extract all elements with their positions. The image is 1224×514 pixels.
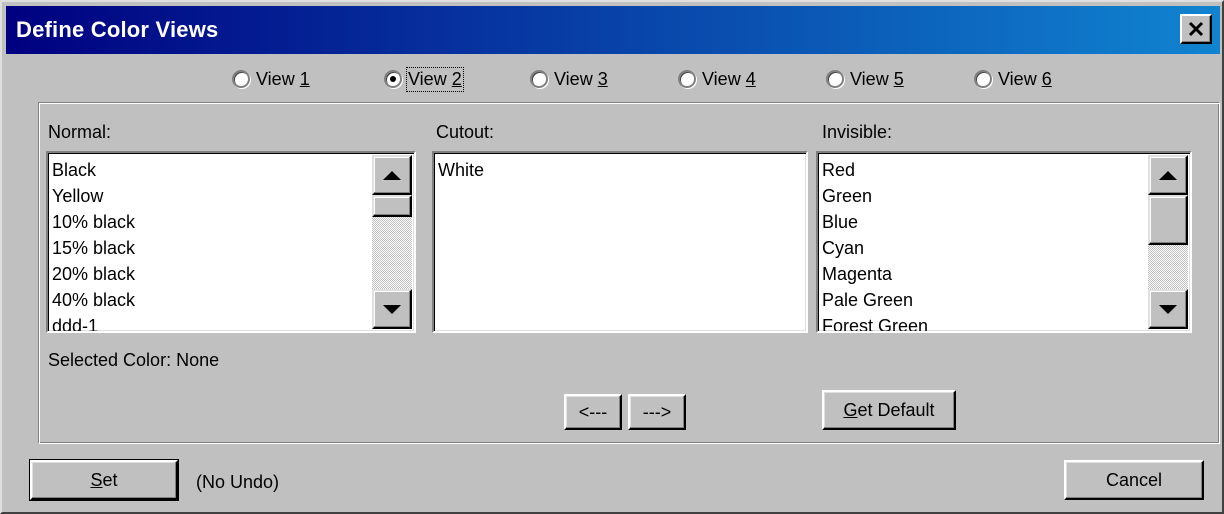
scroll-thumb[interactable] <box>372 195 412 217</box>
title-bar[interactable]: Define Color Views <box>6 6 1220 54</box>
view-5-radio[interactable]: View 5 <box>826 64 904 94</box>
list-item[interactable]: ddd-1 <box>52 313 370 331</box>
scroll-up-button[interactable] <box>372 155 412 195</box>
list-item[interactable]: Forest Green <box>822 313 1146 331</box>
get-default-label: et Default <box>857 399 935 420</box>
view-3-radio[interactable]: View 3 <box>530 64 608 94</box>
view-3-label: View 3 <box>554 68 608 89</box>
normal-scrollbar[interactable] <box>372 155 412 329</box>
scroll-up-button[interactable] <box>1148 155 1188 195</box>
normal-listbox[interactable]: Black Yellow 10% black 15% black 20% bla… <box>46 151 416 333</box>
window-title: Define Color Views <box>16 17 219 42</box>
cutout-list-items: White <box>438 157 802 183</box>
radio-indicator <box>530 70 548 88</box>
get-default-accel: G <box>843 399 858 420</box>
invisible-listbox[interactable]: Red Green Blue Cyan Magenta Pale Green F… <box>816 151 1192 333</box>
set-accel: S <box>90 469 103 490</box>
radio-indicator <box>826 70 844 88</box>
set-button[interactable]: Set <box>29 459 179 501</box>
list-item[interactable]: Magenta <box>822 261 1146 287</box>
cutout-label: Cutout: <box>436 122 495 142</box>
normal-list-items: Black Yellow 10% black 15% black 20% bla… <box>52 157 370 331</box>
cutout-listbox[interactable]: White <box>432 151 808 333</box>
list-item[interactable]: White <box>438 157 802 183</box>
view-2-radio[interactable]: View 2 <box>384 64 464 94</box>
arrow-down-icon <box>383 304 401 314</box>
arrow-up-icon <box>1159 170 1177 180</box>
list-item[interactable]: Black <box>52 157 370 183</box>
list-item[interactable]: Blue <box>822 209 1146 235</box>
radio-indicator <box>384 70 402 88</box>
scroll-thumb[interactable] <box>1148 195 1188 245</box>
cancel-button[interactable]: Cancel <box>1064 460 1204 500</box>
normal-label: Normal: <box>48 122 112 142</box>
list-item[interactable]: Pale Green <box>822 287 1146 313</box>
invisible-list-items: Red Green Blue Cyan Magenta Pale Green F… <box>822 157 1146 331</box>
set-label: et <box>102 469 118 490</box>
invisible-label: Invisible: <box>822 122 893 142</box>
selected-color-text: Selected Color: None <box>48 350 220 370</box>
view-4-radio[interactable]: View 4 <box>678 64 756 94</box>
radio-indicator <box>678 70 696 88</box>
list-item[interactable]: 10% black <box>52 209 370 235</box>
view-4-label: View 4 <box>702 68 756 89</box>
view-1-radio[interactable]: View 1 <box>232 64 310 94</box>
view-5-label: View 5 <box>850 68 904 89</box>
view-6-radio[interactable]: View 6 <box>974 64 1052 94</box>
arrow-down-icon <box>1159 304 1177 314</box>
move-right-button[interactable]: ---> <box>628 394 686 430</box>
close-icon <box>1188 21 1204 37</box>
list-item[interactable]: Cyan <box>822 235 1146 261</box>
close-button[interactable] <box>1180 14 1212 44</box>
invisible-scrollbar[interactable] <box>1148 155 1188 329</box>
list-item[interactable]: 40% black <box>52 287 370 313</box>
scroll-down-button[interactable] <box>372 289 412 329</box>
no-undo-text: (No Undo) <box>196 472 280 492</box>
radio-indicator <box>974 70 992 88</box>
list-item[interactable]: Red <box>822 157 1146 183</box>
list-item[interactable]: 20% black <box>52 261 370 287</box>
list-item[interactable]: Yellow <box>52 183 370 209</box>
view-6-label: View 6 <box>998 68 1052 89</box>
radio-indicator <box>232 70 250 88</box>
arrow-up-icon <box>383 170 401 180</box>
list-item[interactable]: Green <box>822 183 1146 209</box>
get-default-button[interactable]: Get Default <box>822 390 956 430</box>
scroll-down-button[interactable] <box>1148 289 1188 329</box>
define-color-views-dialog: Define Color Views View 1 View 2 View 3 … <box>0 0 1224 514</box>
view-2-label: View 2 <box>406 66 464 92</box>
view-1-label: View 1 <box>256 68 310 89</box>
move-left-button[interactable]: <--- <box>564 394 622 430</box>
list-item[interactable]: 15% black <box>52 235 370 261</box>
view-radio-group: View 1 View 2 View 3 View 4 View 5 View … <box>2 64 1224 94</box>
